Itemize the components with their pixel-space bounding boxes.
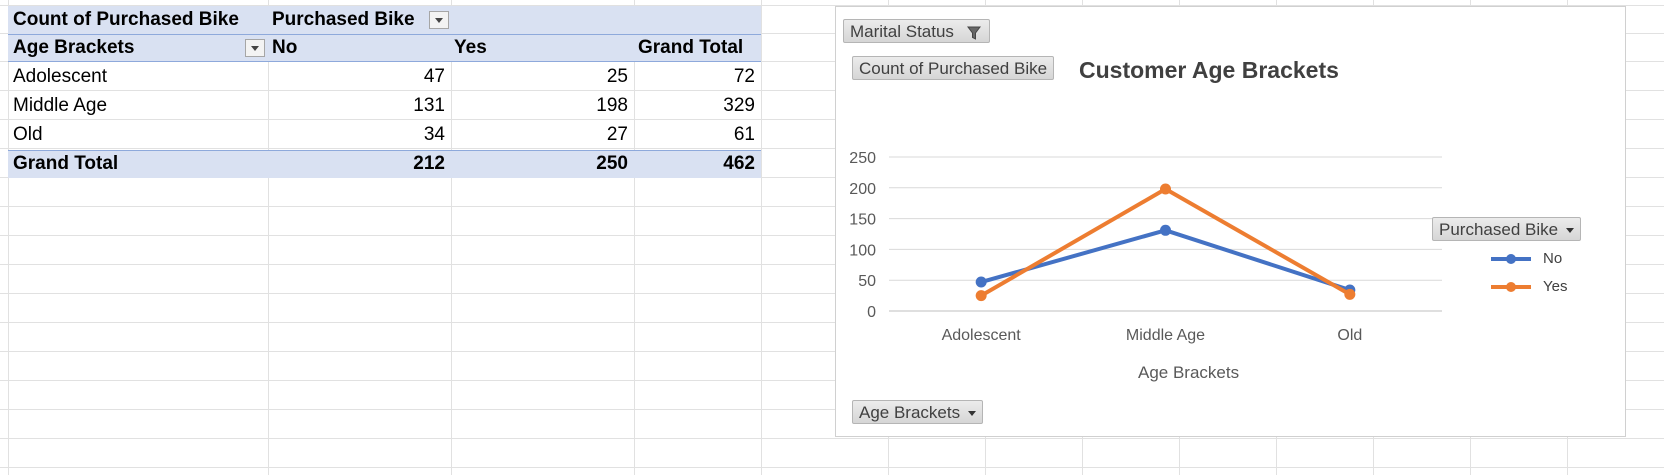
legend-item-yes: Yes	[1481, 277, 1567, 305]
table-row: Old 34 27 61	[8, 121, 761, 149]
row-label: Old	[13, 124, 43, 145]
row-filter-dropdown-button[interactable]	[245, 39, 265, 57]
legend-item-no: No	[1481, 249, 1562, 277]
cell-yes: 198	[596, 95, 628, 116]
x-tick-label: Old	[1337, 327, 1362, 344]
y-tick-label: 50	[858, 273, 876, 290]
cell-yes: 25	[606, 66, 628, 87]
column-filter-dropdown-button[interactable]	[429, 11, 449, 29]
grand-total-row: Grand Total 212 250 462	[8, 150, 761, 178]
chevron-down-icon	[1566, 228, 1575, 234]
cell-no: 131	[413, 95, 445, 116]
legend-marker-yes	[1491, 282, 1531, 292]
table-row: Adolescent 47 25 72	[8, 63, 761, 91]
chevron-down-icon	[968, 411, 977, 417]
cell-total: 329	[723, 95, 755, 116]
axis-field-button[interactable]: Age Brackets	[852, 400, 984, 424]
values-field-label: Count of Purchased Bike	[13, 9, 239, 30]
cell-total: 61	[733, 124, 755, 145]
legend-label-yes: Yes	[1543, 278, 1568, 295]
x-tick-label: Middle Age	[1126, 327, 1205, 344]
row-label: Middle Age	[13, 95, 108, 116]
cell-yes: 27	[606, 124, 628, 145]
legend-button-label: Purchased Bike	[1439, 220, 1559, 239]
x-axis-title: Age Brackets	[1138, 363, 1240, 382]
cell-total: 72	[733, 66, 755, 87]
cell-yes: 250	[596, 153, 628, 174]
y-tick-label: 150	[849, 212, 876, 229]
data-point-yes	[1160, 183, 1171, 195]
y-tick-label: 0	[867, 304, 876, 321]
row-field-label: Age Brackets	[13, 37, 135, 58]
data-point-yes	[1344, 288, 1356, 300]
pivot-chart[interactable]: Marital Status Count of Purchased Bike C…	[835, 6, 1626, 437]
y-tick-label: 250	[849, 150, 876, 167]
x-tick-label: Adolescent	[942, 327, 1022, 344]
legend-field-button[interactable]: Purchased Bike	[1432, 217, 1582, 241]
column-header-no: No	[272, 37, 298, 58]
column-header-grand-total: Grand Total	[638, 37, 744, 58]
pivot-header-row-2: Age Brackets No Yes Grand Total	[8, 34, 761, 62]
data-point-no	[1160, 224, 1171, 236]
legend-marker-no	[1491, 254, 1531, 264]
y-tick-label: 100	[849, 242, 876, 259]
series-line-yes	[980, 187, 1351, 298]
data-point-yes	[975, 290, 987, 302]
data-point-no	[975, 276, 987, 288]
column-field-label: Purchased Bike	[272, 9, 415, 30]
cell-no: 212	[413, 153, 445, 174]
row-label: Adolescent	[13, 66, 108, 87]
legend: No Yes	[1481, 249, 1567, 305]
legend-label-no: No	[1543, 250, 1563, 267]
axis-button-label: Age Brackets	[859, 403, 961, 422]
column-header-yes: Yes	[454, 37, 487, 58]
y-tick-label: 200	[849, 181, 876, 198]
grand-total-label: Grand Total	[13, 153, 119, 174]
table-row: Middle Age 131 198 329	[8, 92, 761, 120]
cell-no: 47	[423, 66, 445, 87]
series-line-no	[980, 228, 1351, 292]
pivot-header-row-1: Count of Purchased Bike Purchased Bike	[8, 6, 761, 34]
cell-no: 34	[423, 124, 445, 145]
cell-total: 462	[723, 153, 755, 174]
